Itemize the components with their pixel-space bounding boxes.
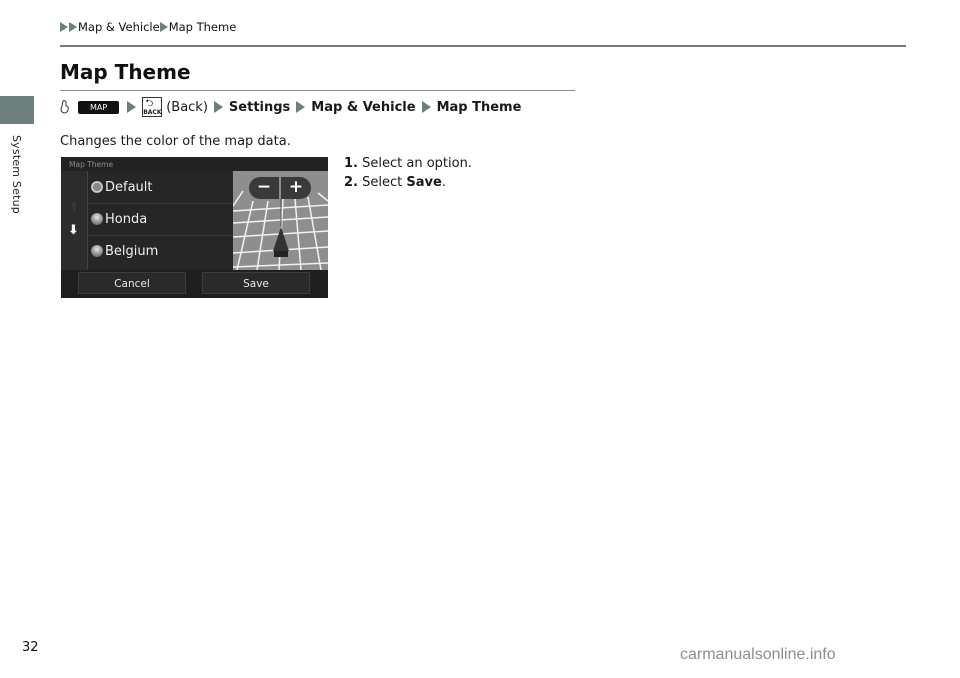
path-arrow-icon [127, 101, 137, 113]
breadcrumb-arrow-icon [60, 22, 68, 32]
path-arrow-icon [296, 101, 306, 113]
back-text: (Back) [166, 99, 208, 115]
section-tab-marker [0, 96, 34, 124]
device-screenshot: Map Theme ⬆ ⬇ Default Honda Belgium − + … [61, 157, 328, 298]
title-divider [60, 90, 575, 91]
section-label: System Setup [10, 135, 23, 214]
watermark: carmanualsonline.info [680, 646, 836, 663]
map-preview: − + [233, 171, 328, 270]
page-number: 32 [22, 640, 39, 655]
breadcrumb-arrow-icon [69, 22, 77, 32]
cancel-button[interactable]: Cancel [78, 272, 186, 294]
path-step: Map Theme [436, 99, 522, 115]
device-screen-title: Map Theme [69, 160, 114, 169]
radio-selected-icon[interactable] [91, 181, 103, 193]
description: Changes the color of the map data. [60, 134, 291, 149]
back-button-icon: ⮌ BACK [142, 97, 163, 117]
navigation-path: MAP ⮌ BACK (Back) Settings Map & Vehicle… [60, 97, 521, 117]
instruction-step: 2. Select Save. [344, 175, 446, 190]
path-arrow-icon [213, 101, 223, 113]
page-title: Map Theme [60, 60, 191, 84]
instruction-list: 1. Select an option. 2. Select Save. [344, 154, 472, 192]
path-step: Settings [228, 99, 291, 115]
breadcrumb-arrow-icon [159, 22, 168, 32]
zoom-out-button[interactable]: − [249, 177, 279, 199]
radio-icon[interactable] [91, 213, 103, 225]
breadcrumb: Map & Vehicle Map Theme [60, 20, 236, 34]
save-button[interactable]: Save [202, 272, 310, 294]
path-step: Map & Vehicle [311, 99, 416, 115]
instruction-step: 1. Select an option. [344, 156, 472, 171]
zoom-in-button[interactable]: + [281, 177, 311, 199]
scroll-up-arrow-icon[interactable]: ⬆ [69, 200, 79, 214]
breadcrumb-item[interactable]: Map & Vehicle [78, 20, 160, 34]
breadcrumb-item[interactable]: Map Theme [169, 20, 237, 34]
radio-icon[interactable] [91, 245, 103, 257]
path-arrow-icon [421, 101, 431, 113]
scroll-down-arrow-icon[interactable]: ⬇ [68, 223, 79, 238]
map-button-icon: MAP [78, 100, 120, 114]
touch-hand-icon [60, 100, 70, 114]
device-button-bar: Cancel Save [61, 270, 328, 298]
header-divider [60, 45, 906, 47]
